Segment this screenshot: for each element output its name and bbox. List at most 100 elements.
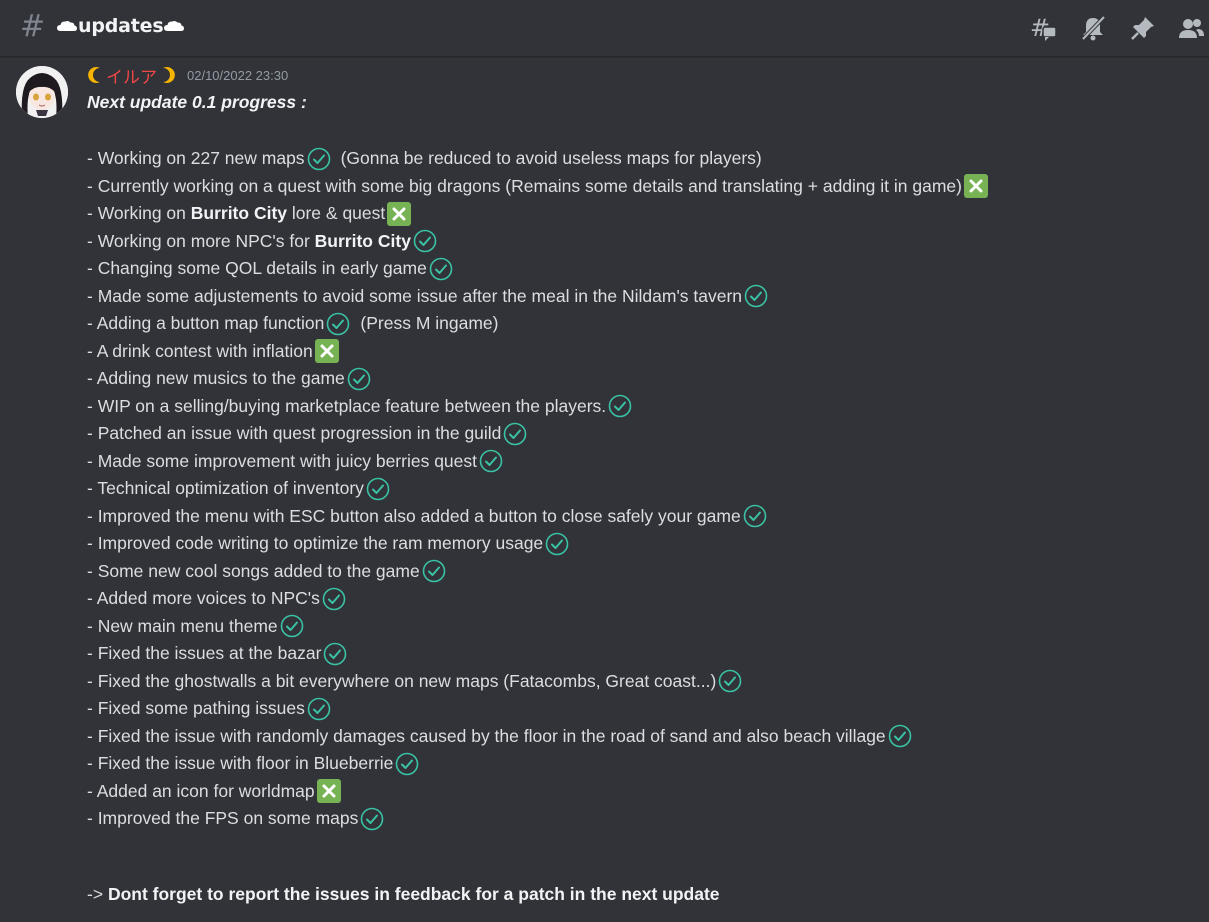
list-item-prefix: - Made some adjustements to avoid some i… — [87, 285, 743, 306]
list-item-text: - Fixed the ghostwalls a bit everywhere … — [87, 668, 716, 696]
list-item: - Patched an issue with quest progressio… — [87, 420, 1197, 448]
list-item-text: - Working on more NPC's for Burrito City — [87, 228, 411, 256]
check-mark-icon — [280, 614, 304, 638]
list-item-text: - Fixed the issue with floor in Blueberr… — [87, 750, 393, 778]
list-item-bold: Burrito City — [314, 230, 411, 251]
avatar[interactable] — [16, 66, 68, 118]
list-item-text: - New main menu theme — [87, 613, 278, 641]
check-mark-icon — [743, 504, 767, 528]
list-item: - Fixed the issue with randomly damages … — [87, 723, 1197, 751]
list-item-note: (Press M ingame) — [360, 313, 499, 333]
username[interactable]: イルア — [88, 63, 175, 88]
list-item: - Working on more NPC's for Burrito City — [87, 228, 1197, 256]
check-mark-icon — [366, 477, 390, 501]
list-item-bold: Burrito City — [190, 203, 287, 223]
list-item-prefix: - New main menu theme — [87, 615, 278, 636]
check-mark-icon — [422, 559, 446, 583]
threads-icon[interactable]: # — [1029, 14, 1057, 42]
check-mark-icon — [395, 752, 419, 776]
check-mark-icon — [744, 284, 768, 308]
list-item-text: - Improved the FPS on some maps — [87, 805, 358, 833]
list-item: - Improved code writing to optimize the … — [87, 530, 1197, 558]
list-item: - Fixed the issue with floor in Blueberr… — [87, 750, 1197, 778]
cross-mark-icon — [316, 779, 341, 804]
check-mark-icon — [479, 449, 503, 473]
list-item-prefix: - Changing some QOL details in early gam… — [87, 258, 427, 278]
list-item-text: - Improved the menu with ESC button also… — [87, 503, 741, 531]
list-item: - WIP on a selling/buying marketplace fe… — [87, 393, 1197, 421]
list-item-text: - WIP on a selling/buying marketplace fe… — [87, 393, 606, 421]
list-item-text: - Improved code writing to optimize the … — [87, 530, 543, 558]
list-item: - Improved the menu with ESC button also… — [87, 503, 1197, 531]
list-item-prefix: - A drink contest with inflation — [87, 340, 313, 361]
list-item-prefix: - Improved the menu with ESC button also… — [87, 505, 741, 526]
list-item-text: - Made some improvement with juicy berri… — [87, 448, 477, 476]
check-mark-icon — [347, 367, 371, 391]
check-mark-icon — [322, 587, 346, 611]
update-list: - Working on 227 new maps (Gonna be reduc… — [87, 145, 1197, 833]
list-item: - Fixed the ghostwalls a bit everywhere … — [87, 668, 1197, 696]
list-item-prefix: - Improved the FPS on some maps — [87, 808, 359, 828]
list-item: - Adding a button map function (Press M i… — [87, 310, 1197, 338]
footer-line: -> Dont forget to report the issues in f… — [87, 884, 720, 905]
list-item: - Some new cool songs added to the game — [87, 558, 1197, 586]
list-item: - Made some improvement with juicy berri… — [87, 448, 1197, 476]
cross-mark-icon — [387, 201, 412, 226]
check-mark-icon — [718, 669, 742, 693]
list-item: - Fixed some pathing issues — [87, 695, 1197, 723]
list-item-note: (Gonna be reduced to avoid useless maps … — [340, 148, 762, 168]
cross-mark-icon — [963, 174, 988, 199]
check-mark-icon — [413, 229, 437, 253]
crescent-moon-icon — [88, 66, 106, 84]
list-item-text: - Fixed the issues at the bazar — [87, 640, 321, 668]
list-item: - Improved the FPS on some maps — [87, 805, 1197, 833]
list-item-text: - Patched an issue with quest progressio… — [87, 420, 501, 448]
list-item-prefix: - Fixed the issue with randomly damages … — [87, 725, 886, 746]
check-mark-icon — [429, 257, 453, 281]
list-item-prefix: - Working on — [87, 203, 191, 223]
username-text: イルア — [106, 67, 157, 88]
list-item-text: - Working on 227 new maps — [87, 145, 305, 173]
check-mark-icon — [888, 724, 912, 748]
members-icon[interactable] — [1177, 14, 1205, 42]
list-item: - Technical optimization of inventory — [87, 475, 1197, 503]
list-item-prefix: - Fixed the issues at the bazar — [87, 643, 322, 663]
channel-title: updates — [56, 15, 185, 37]
list-item-text: - A drink contest with inflation — [87, 338, 313, 366]
cloud-icon — [164, 20, 185, 32]
list-item-prefix: - Fixed the ghostwalls a bit everywhere … — [87, 670, 717, 691]
list-item: - Made some adjustements to avoid some i… — [87, 283, 1197, 311]
hash-icon: # — [20, 9, 46, 44]
list-item-text: - Technical optimization of inventory — [87, 475, 364, 503]
list-item-text: - Added more voices to NPC's — [87, 585, 320, 613]
list-item-text: - Currently working on a quest with some… — [87, 173, 962, 201]
list-item-prefix: - Technical optimization of inventory — [87, 478, 364, 498]
pin-icon[interactable] — [1129, 14, 1157, 42]
list-item-prefix: - Working on 227 new maps — [87, 148, 305, 168]
list-item: - Currently working on a quest with some… — [87, 173, 1197, 201]
check-mark-icon — [608, 394, 632, 418]
list-item-prefix: - WIP on a selling/buying marketplace fe… — [87, 395, 607, 416]
list-item: - Working on 227 new maps (Gonna be reduc… — [87, 145, 1197, 173]
list-item-text: - Made some adjustements to avoid some i… — [87, 283, 742, 311]
list-item: - Adding new musics to the game — [87, 365, 1197, 393]
check-mark-icon — [307, 697, 331, 721]
check-mark-icon — [307, 147, 331, 171]
mute-bell-icon[interactable] — [1079, 14, 1107, 42]
list-item-text: - Adding new musics to the game — [87, 365, 345, 393]
list-item-text: - Adding a button map function — [87, 310, 324, 338]
check-mark-icon — [545, 532, 569, 556]
list-item: - Added an icon for worldmap — [87, 778, 1197, 806]
list-item-text: - Fixed some pathing issues — [87, 695, 305, 723]
list-item-prefix: - Patched an issue with quest progressio… — [87, 423, 502, 443]
list-item-prefix: - Fixed some pathing issues — [87, 698, 305, 718]
message-heading: Next update 0.1 progress : — [87, 92, 307, 112]
list-item-prefix: - Improved code writing to optimize the … — [87, 533, 544, 553]
list-item-suffix: lore & quest — [287, 203, 386, 223]
check-mark-icon — [323, 642, 347, 666]
list-item-prefix: - Adding a button map function — [87, 313, 325, 333]
list-item-text: - Some new cool songs added to the game — [87, 558, 420, 586]
cloud-icon — [57, 20, 77, 32]
list-item-prefix: - Adding new musics to the game — [87, 368, 345, 388]
list-item: - Fixed the issues at the bazar — [87, 640, 1197, 668]
